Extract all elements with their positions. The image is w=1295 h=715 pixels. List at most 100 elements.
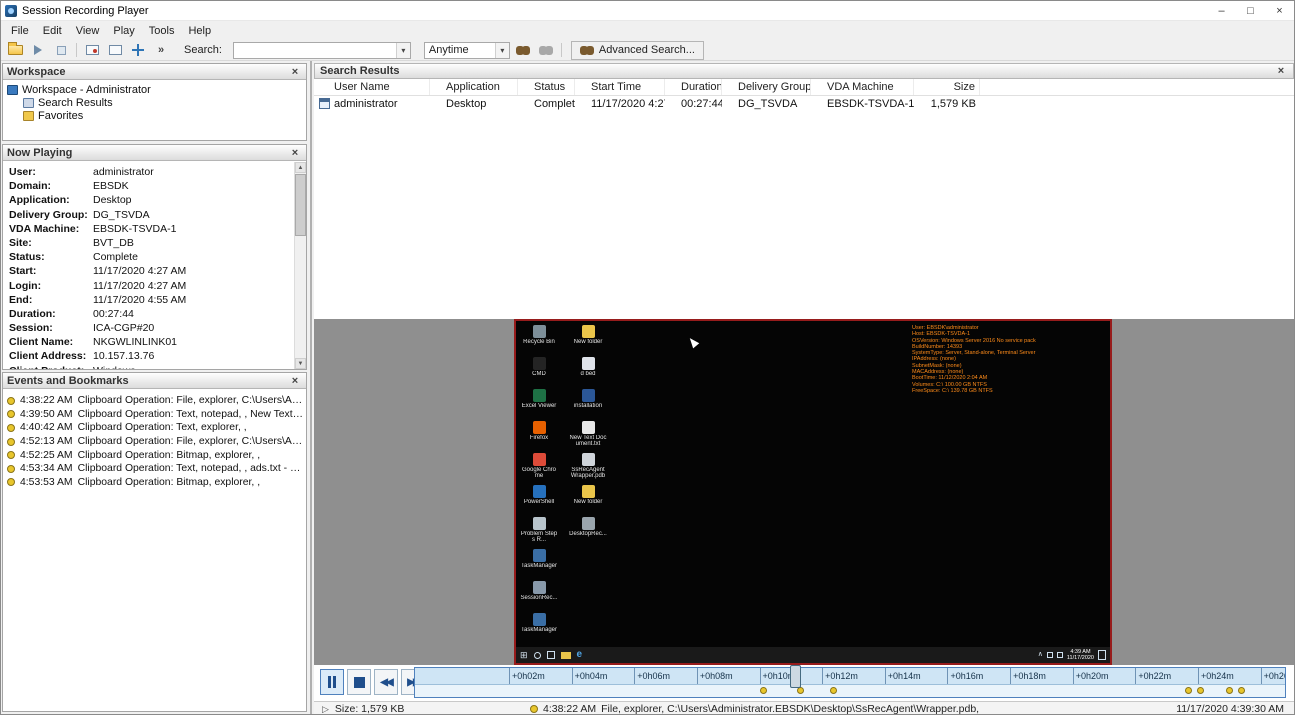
timeline-event-dot[interactable] xyxy=(1197,687,1204,694)
scrollbar-thumb[interactable] xyxy=(295,174,306,236)
event-list-item[interactable]: 4:38:22 AM Clipboard Operation: File, ex… xyxy=(7,394,304,408)
scroll-up-icon[interactable]: ▲ xyxy=(295,162,306,173)
timeline-event-dot[interactable] xyxy=(797,687,804,694)
now-playing-field: Application: Desktop xyxy=(9,194,294,208)
desktop-icon: SsRecAgent Wrapper.pdb xyxy=(569,453,607,485)
column-header[interactable]: VDA Machine xyxy=(811,79,914,95)
timeline-tick xyxy=(1073,668,1074,684)
event-dot-icon xyxy=(7,410,15,418)
field-value: Windows xyxy=(93,365,136,369)
binoculars-disabled-icon xyxy=(539,46,553,55)
timeline-marker: +0h24m xyxy=(1198,668,1234,684)
now-playing-scrollbar[interactable]: ▲ ▼ xyxy=(294,162,306,369)
timeline-event-dot[interactable] xyxy=(1226,687,1233,694)
sidebar-item-search-results[interactable]: Search Results xyxy=(7,96,306,109)
field-label: Application: xyxy=(9,194,93,208)
minimize-button[interactable]: – xyxy=(1207,1,1236,20)
menu-item[interactable]: Help xyxy=(181,23,218,39)
desktop-icon-image xyxy=(533,421,546,434)
search-results-label: Search Results xyxy=(38,97,113,109)
event-list-item[interactable]: 4:39:50 AM Clipboard Operation: Text, no… xyxy=(7,408,304,422)
timeline-events-strip[interactable] xyxy=(415,685,1285,697)
pan-button[interactable] xyxy=(128,41,148,59)
column-header[interactable]: Delivery Group xyxy=(722,79,811,95)
menu-item[interactable]: File xyxy=(4,23,36,39)
now-playing-field: Start: 11/17/2020 4:27 AM xyxy=(9,265,294,279)
timeline-tick xyxy=(634,668,635,684)
event-list-item[interactable]: 4:53:34 AM Clipboard Operation: Text, no… xyxy=(7,462,304,476)
menu-item[interactable]: View xyxy=(69,23,107,39)
column-header[interactable]: Start Time xyxy=(575,79,665,95)
desktop-icon-image xyxy=(582,453,595,466)
desktop-icon: CMD xyxy=(520,357,558,389)
scroll-down-icon[interactable]: ▼ xyxy=(295,358,306,369)
close-button[interactable]: × xyxy=(1265,1,1294,20)
timeline-marker-label: +0h26m xyxy=(1264,671,1285,681)
time-filter-dropdown[interactable]: Anytime ▾ xyxy=(424,42,510,59)
event-list-item[interactable]: 4:53:53 AM Clipboard Operation: Bitmap, … xyxy=(7,476,304,490)
notification-center-icon xyxy=(1098,650,1106,660)
search-input[interactable] xyxy=(234,44,396,56)
desktop-icon-label: TaskManager xyxy=(520,563,558,569)
rewind-button[interactable]: ◀◀ xyxy=(374,669,398,695)
advanced-search-button[interactable]: Advanced Search... xyxy=(571,41,704,60)
close-icon[interactable]: × xyxy=(288,375,302,387)
close-icon[interactable]: × xyxy=(288,66,302,78)
workspace-panel-title: Workspace xyxy=(7,66,66,78)
timeline[interactable]: +0h02m +0h04m +0h06m xyxy=(414,667,1286,698)
timeline-marker: +0h20m xyxy=(1073,668,1109,684)
events-panel-header: Events and Bookmarks × xyxy=(3,373,306,389)
menu-item[interactable]: Play xyxy=(106,23,141,39)
chevron-down-icon[interactable]: ▾ xyxy=(495,43,509,58)
snapshot-button[interactable] xyxy=(82,41,102,59)
timeline-marker: +0h22m xyxy=(1135,668,1171,684)
column-header[interactable]: Duration xyxy=(665,79,722,95)
timeline-scrubber[interactable] xyxy=(790,665,801,688)
event-list-item[interactable]: 4:52:13 AM Clipboard Operation: File, ex… xyxy=(7,435,304,449)
field-label: Session: xyxy=(9,322,93,336)
fit-window-button[interactable] xyxy=(105,41,125,59)
stop-button-toolbar[interactable] xyxy=(51,41,71,59)
sidebar-item-favorites[interactable]: Favorites xyxy=(7,109,306,122)
timeline-marker-label: +0h06m xyxy=(637,671,670,681)
field-label: Client Product: xyxy=(9,365,93,369)
column-header[interactable]: Status xyxy=(518,79,575,95)
timeline-marker-label: +0h14m xyxy=(888,671,921,681)
event-list-item[interactable]: 4:52:25 AM Clipboard Operation: Bitmap, … xyxy=(7,448,304,462)
find-button[interactable] xyxy=(513,41,533,59)
menu-item[interactable]: Tools xyxy=(142,23,182,39)
pause-button[interactable] xyxy=(320,669,344,695)
column-header[interactable]: Application xyxy=(430,79,518,95)
timeline-event-dot[interactable] xyxy=(830,687,837,694)
stop-button[interactable] xyxy=(347,669,371,695)
search-combobox[interactable]: ▾ xyxy=(233,42,411,59)
desktop-icon: TaskManager xyxy=(520,613,558,645)
window-title: Session Recording Player xyxy=(22,5,149,17)
timeline-event-dot[interactable] xyxy=(1185,687,1192,694)
search-results-icon xyxy=(23,98,34,108)
timeline-event-dot[interactable] xyxy=(760,687,767,694)
chevron-double-right-icon: » xyxy=(158,44,164,56)
workspace-root-node[interactable]: Workspace - Administrator xyxy=(7,83,306,96)
timeline-event-dot[interactable] xyxy=(1238,687,1245,694)
close-icon[interactable]: × xyxy=(288,147,302,159)
chevron-down-icon[interactable]: ▾ xyxy=(396,43,410,58)
more-buttons-button[interactable]: » xyxy=(151,41,171,59)
bginfo-line: FreeSpace: C:\ 139.78 GB NTFS xyxy=(912,388,1102,394)
timeline-tick xyxy=(509,668,510,684)
play-button[interactable] xyxy=(28,41,48,59)
event-dot-icon xyxy=(7,451,15,459)
open-file-button[interactable] xyxy=(5,41,25,59)
timeline-track[interactable]: +0h02m +0h04m +0h06m xyxy=(415,668,1285,685)
column-header[interactable]: User Name xyxy=(318,79,430,95)
field-label: Login: xyxy=(9,280,93,294)
menu-item[interactable]: Edit xyxy=(36,23,69,39)
snapshot-icon xyxy=(86,45,99,55)
bginfo-text-block: User: EBSDK\administrator Host: EBSDK-TS… xyxy=(912,325,1102,394)
table-row[interactable]: administrator Desktop Complete 11/17/202… xyxy=(314,96,1294,111)
column-header[interactable]: Size xyxy=(914,79,980,95)
close-icon[interactable]: × xyxy=(1274,65,1288,77)
maximize-button[interactable]: □ xyxy=(1236,1,1265,20)
event-list-item[interactable]: 4:40:42 AM Clipboard Operation: Text, ex… xyxy=(7,421,304,435)
folder-icon xyxy=(23,111,34,121)
